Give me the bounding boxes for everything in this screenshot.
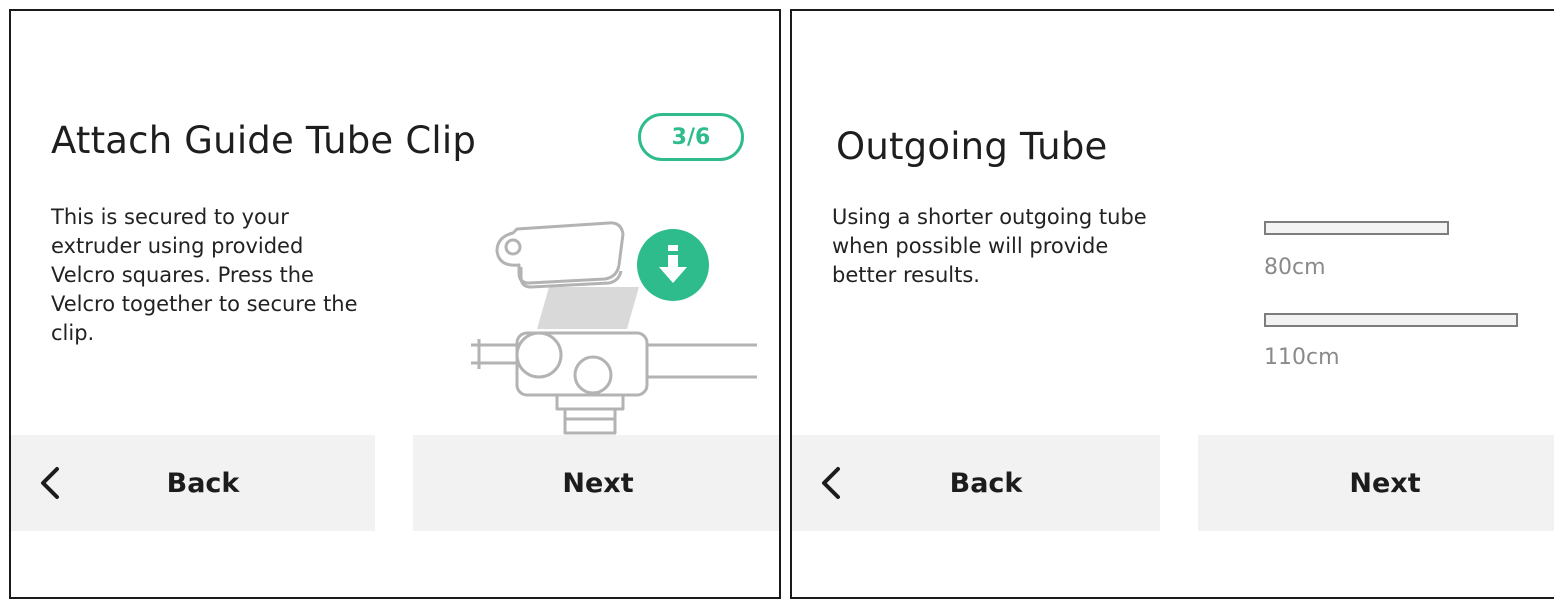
screen-attach-clip: Attach Guide Tube Clip 3/6 This is secur… bbox=[9, 9, 781, 599]
next-button[interactable]: Next bbox=[413, 435, 779, 531]
instruction-line: Velcro together to secure the bbox=[51, 292, 358, 316]
instruction-line: better results. bbox=[832, 263, 980, 287]
instruction-line: This is secured to your bbox=[51, 205, 289, 229]
instruction-text: This is secured to your extruder using p… bbox=[51, 203, 431, 348]
next-button[interactable]: Next bbox=[1198, 435, 1554, 531]
chevron-left-icon bbox=[41, 467, 59, 499]
next-button-label: Next bbox=[1349, 467, 1421, 499]
clip-illustration bbox=[471, 221, 757, 435]
instruction-line: Using a shorter outgoing tube bbox=[832, 205, 1147, 229]
download-arrow-icon bbox=[637, 229, 709, 301]
back-button[interactable]: Back bbox=[11, 435, 375, 531]
back-button-label: Back bbox=[949, 467, 1023, 499]
instruction-text: Using a shorter outgoing tube when possi… bbox=[832, 203, 1252, 290]
page-title: Outgoing Tube bbox=[836, 125, 1108, 168]
back-button-label: Back bbox=[166, 467, 240, 499]
tube-length-label: 110cm bbox=[1264, 345, 1340, 370]
step-badge: 3/6 bbox=[638, 113, 744, 161]
instruction-line: when possible will provide bbox=[832, 234, 1109, 258]
tube-length-label: 80cm bbox=[1264, 255, 1326, 280]
page-title: Attach Guide Tube Clip bbox=[51, 119, 477, 162]
back-button[interactable]: Back bbox=[792, 435, 1160, 531]
chevron-left-icon bbox=[822, 467, 840, 499]
instruction-line: Velcro squares. Press the bbox=[51, 263, 314, 287]
next-button-label: Next bbox=[562, 467, 634, 499]
instruction-line: clip. bbox=[51, 321, 95, 345]
tube-length-bar bbox=[1264, 313, 1518, 327]
instruction-line: extruder using provided bbox=[51, 234, 304, 258]
tube-length-bar bbox=[1264, 221, 1449, 235]
screen-outgoing-tube: Outgoing Tube Using a shorter outgoing t… bbox=[790, 9, 1554, 599]
